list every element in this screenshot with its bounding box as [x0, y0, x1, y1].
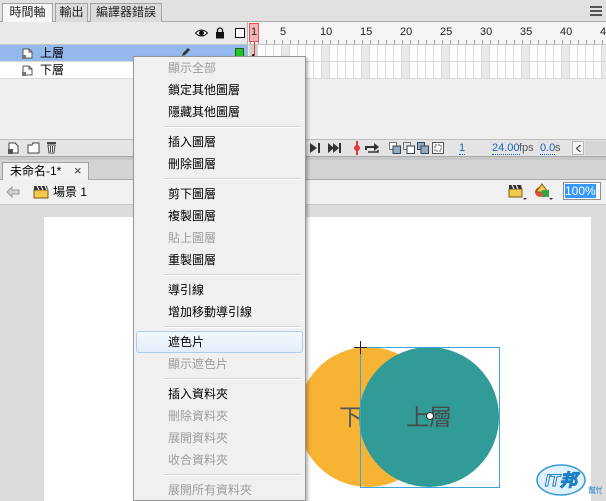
- frame-number-label: 45: [600, 26, 606, 38]
- upper-layer-shape[interactable]: 上層: [359, 347, 499, 487]
- timeline-layer-header: [0, 22, 248, 45]
- lock-icon[interactable]: [215, 27, 225, 39]
- scroll-left-button[interactable]: [572, 141, 584, 155]
- frame-rate-unit: fps: [519, 142, 534, 154]
- logo-text: IT邦: [545, 471, 580, 490]
- center-frame-icon[interactable]: [353, 141, 361, 155]
- zoom-input[interactable]: 100%: [563, 182, 601, 200]
- context-menu-item: 展開所有資料夾: [168, 483, 253, 497]
- new-layer-icon[interactable]: [8, 142, 20, 154]
- zoom-value[interactable]: 100%: [565, 184, 596, 198]
- context-menu-item[interactable]: 插入資料夾: [134, 383, 305, 405]
- frame-number-label: 25: [440, 26, 453, 38]
- menu-separator: [134, 323, 305, 331]
- document-title[interactable]: 未命名-1*: [10, 164, 61, 179]
- current-frame-value[interactable]: 1: [459, 142, 466, 155]
- frame-number-label: 10: [320, 26, 333, 38]
- tab-compiler-errors[interactable]: 編譯器錯誤: [90, 3, 162, 22]
- frame-rate-value[interactable]: 24.00: [492, 142, 520, 155]
- ruler-labels: 5 10 15 20 25 30 35 40 45: [248, 22, 606, 44]
- menu-separator: [134, 471, 305, 479]
- elapsed-time-value[interactable]: 0.0: [540, 142, 556, 155]
- tab-output[interactable]: 輸出: [55, 3, 88, 22]
- flash-ide-window: 時間軸 輸出 編譯器錯誤 5 10 15 20 25 30 35 40 45 1 上層: [0, 0, 606, 501]
- menu-separator: [134, 375, 305, 383]
- context-menu-item[interactable]: 隱藏其他圖層: [134, 101, 305, 123]
- document-tab[interactable]: 未命名-1* ×: [2, 162, 89, 180]
- site-logo: IT邦 幫忙: [536, 464, 602, 496]
- eye-icon[interactable]: [195, 28, 208, 38]
- context-menu-item: 刪除資料夾: [168, 409, 229, 423]
- context-menu-item[interactable]: 刪除圖層: [134, 153, 305, 175]
- context-menu-item: 顯示遮色片: [168, 357, 229, 371]
- context-menu-item[interactable]: 複製圖層: [134, 205, 305, 227]
- layer-name[interactable]: 下層: [40, 63, 64, 78]
- frame-number-label: 15: [360, 26, 373, 38]
- onion-skin-outlines-icon[interactable]: [403, 142, 415, 154]
- context-menu-item: 顯示全部: [168, 61, 217, 75]
- context-menu-item[interactable]: 遮色片: [136, 331, 303, 353]
- layer-icon: [22, 48, 33, 59]
- close-tab-icon[interactable]: ×: [74, 163, 82, 178]
- frame-number-label: 5: [280, 26, 287, 38]
- outline-icon[interactable]: [235, 28, 245, 38]
- loop-icon[interactable]: [364, 142, 380, 154]
- context-menu-item[interactable]: 鎖定其他圖層: [134, 79, 305, 101]
- layer-icon: [22, 65, 33, 76]
- scene-label[interactable]: 場景 1: [53, 185, 87, 200]
- menu-separator: [134, 271, 305, 279]
- frame-number-label: 20: [400, 26, 413, 38]
- menu-separator: [134, 175, 305, 183]
- chevron-left-icon: [576, 145, 581, 152]
- context-menu-item[interactable]: 剪下圖層: [134, 183, 305, 205]
- registration-point[interactable]: [426, 412, 434, 420]
- onion-skin-icon[interactable]: [389, 142, 401, 154]
- panel-menu-icon[interactable]: [590, 6, 602, 16]
- edit-scene-icon[interactable]: [508, 183, 528, 201]
- context-menu-item[interactable]: 導引線: [134, 279, 305, 301]
- tab-timeline[interactable]: 時間軸: [2, 3, 53, 23]
- elapsed-time-unit: s: [555, 142, 561, 154]
- go-to-last-frame-icon[interactable]: [327, 143, 341, 153]
- context-menu-item: 收合資料夾: [168, 453, 229, 467]
- edit-multiple-frames-icon[interactable]: [417, 142, 429, 154]
- panel-tab-bar: 時間軸 輸出 編譯器錯誤: [0, 0, 606, 23]
- layer-context-menu: 顯示全部鎖定其他圖層 隱藏其他圖層 插入圖層 刪除圖層剪下圖層 複製圖層貼上圖層重製圖層…: [133, 56, 306, 501]
- frame-ruler[interactable]: 5 10 15 20 25 30 35 40 45: [248, 22, 606, 45]
- frame-number-label: 30: [480, 26, 493, 38]
- context-menu-item: 展開資料夾: [168, 431, 229, 445]
- layer-name[interactable]: 上層: [40, 46, 64, 61]
- modify-onion-markers-icon[interactable]: [432, 142, 444, 154]
- playhead[interactable]: 1: [249, 23, 259, 42]
- context-menu-item: 貼上圖層: [168, 231, 217, 245]
- trash-icon[interactable]: [46, 141, 57, 154]
- menu-separator: [134, 123, 305, 131]
- edit-symbols-icon[interactable]: [533, 182, 555, 201]
- context-menu-item[interactable]: 插入圖層: [134, 131, 305, 153]
- timeline-scrollbar-track[interactable]: [585, 141, 606, 155]
- new-folder-icon[interactable]: [27, 142, 40, 154]
- back-arrow-icon[interactable]: [6, 186, 20, 198]
- context-menu-item[interactable]: 增加移動導引線: [134, 301, 305, 323]
- scene-clapper-icon: [33, 185, 49, 199]
- context-menu-item[interactable]: 重製圖層: [134, 249, 305, 271]
- frame-number-label: 40: [560, 26, 573, 38]
- play-icon[interactable]: [309, 143, 321, 153]
- logo-subtext: 幫忙: [588, 485, 602, 495]
- frame-number-label: 35: [520, 26, 533, 38]
